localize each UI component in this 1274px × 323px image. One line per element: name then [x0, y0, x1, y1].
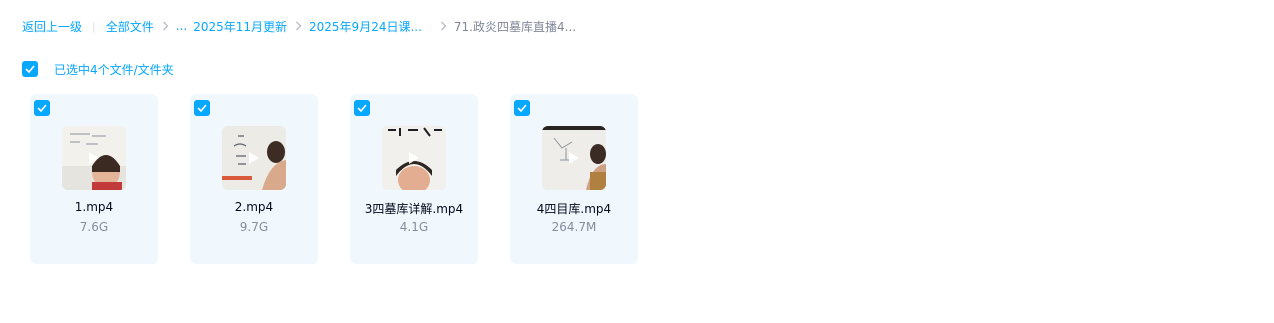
play-icon — [409, 152, 419, 164]
play-icon — [569, 152, 579, 164]
checkmark-icon — [37, 104, 47, 112]
video-thumbnail[interactable] — [542, 126, 606, 190]
file-name[interactable]: 2.mp4 — [190, 200, 318, 214]
play-icon — [89, 152, 99, 164]
file-size: 7.6G — [79, 220, 109, 234]
breadcrumb: 返回上一级 | 全部文件 ... 2025年11月更新 2025年9月24日课.… — [22, 17, 576, 35]
breadcrumb-ellipsis[interactable]: ... — [176, 19, 187, 33]
video-thumbnail[interactable] — [382, 126, 446, 190]
file-size: 4.1G — [399, 220, 429, 234]
select-all-checkbox[interactable] — [22, 61, 38, 77]
video-thumbnail[interactable] — [222, 126, 286, 190]
chevron-right-icon — [162, 21, 169, 31]
chevron-right-icon — [295, 21, 302, 31]
breadcrumb-current: 71.政炎四墓库直播4... — [453, 19, 577, 34]
file-size: 9.7G — [239, 220, 269, 234]
file-card[interactable]: 2.mp4 9.7G — [190, 94, 318, 264]
file-card[interactable]: 1.mp4 7.6G — [30, 94, 158, 264]
checkmark-icon — [517, 104, 527, 112]
selection-bar: 已选中4个文件/文件夹 — [22, 61, 174, 77]
breadcrumb-divider: | — [92, 19, 96, 33]
breadcrumb-crumb-2025-11[interactable]: 2025年11月更新 — [193, 18, 287, 35]
file-name[interactable]: 4四目库.mp4 — [510, 200, 638, 217]
file-name[interactable]: 1.mp4 — [30, 200, 158, 214]
back-link[interactable]: 返回上一级 — [22, 18, 82, 35]
file-size: 264.7M — [551, 220, 597, 234]
selection-count-text: 已选中4个文件/文件夹 — [54, 62, 174, 77]
file-checkbox[interactable] — [354, 100, 370, 116]
checkmark-icon — [197, 104, 207, 112]
file-checkbox[interactable] — [194, 100, 210, 116]
play-icon — [249, 152, 259, 164]
file-card[interactable]: 3四墓库详解.mp4 4.1G — [350, 94, 478, 264]
file-checkbox[interactable] — [34, 100, 50, 116]
file-checkbox[interactable] — [514, 100, 530, 116]
video-thumbnail[interactable] — [62, 126, 126, 190]
file-card[interactable]: 4四目库.mp4 264.7M — [510, 94, 638, 264]
chevron-right-icon — [440, 21, 447, 31]
breadcrumb-crumb-2025-09-24[interactable]: 2025年9月24日课... — [309, 18, 422, 35]
breadcrumb-all-files[interactable]: 全部文件 — [106, 18, 154, 35]
file-name[interactable]: 3四墓库详解.mp4 — [350, 200, 478, 217]
checkmark-icon — [357, 104, 367, 112]
checkmark-icon — [25, 65, 35, 73]
